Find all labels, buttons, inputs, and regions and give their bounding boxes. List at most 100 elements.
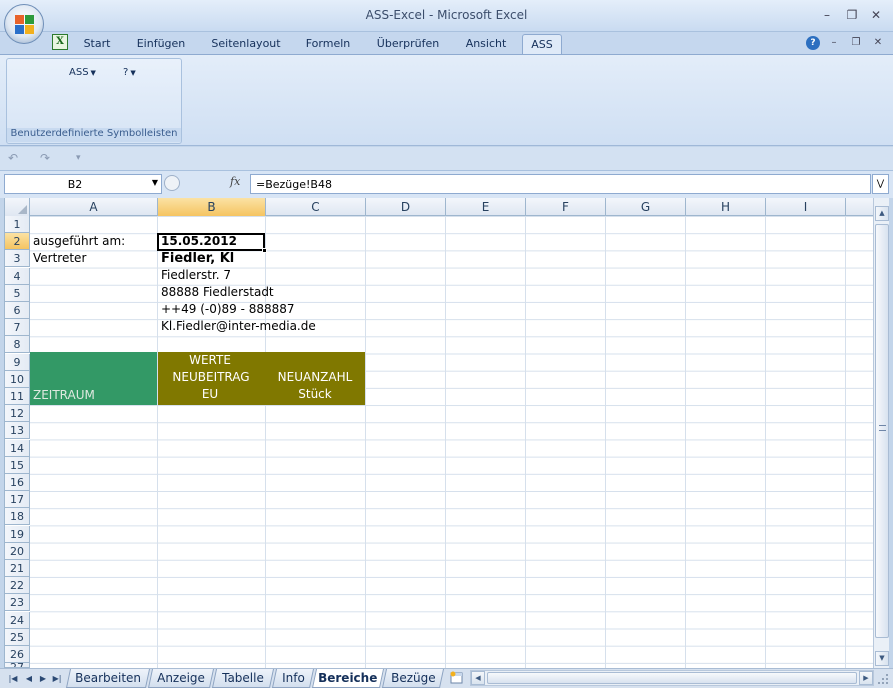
row-header[interactable]: 12: [5, 405, 30, 423]
row-header[interactable]: 7: [5, 319, 30, 337]
column-header-i[interactable]: I: [766, 198, 846, 216]
minimize-button[interactable]: –: [819, 8, 835, 22]
scroll-up-icon[interactable]: ▲: [875, 206, 889, 221]
tab-ansicht[interactable]: Ansicht: [456, 34, 516, 54]
row-header[interactable]: 8: [5, 336, 30, 354]
row-header[interactable]: 9: [5, 353, 30, 371]
column-header-c[interactable]: C: [266, 198, 366, 216]
row-header[interactable]: 4: [5, 267, 30, 285]
row-header[interactable]: 10: [5, 370, 30, 388]
cell-b7[interactable]: Kl.Fiedler@inter-media.de: [161, 318, 316, 335]
cell-b6[interactable]: ++49 (-0)89 - 888887: [161, 301, 295, 318]
cell-a2[interactable]: ausgeführt am:: [33, 233, 125, 250]
row-header[interactable]: 11: [5, 388, 30, 405]
cell-a11: ZEITRAUM: [33, 388, 95, 402]
dropdown-arrow-icon[interactable]: ▼: [152, 178, 158, 187]
scroll-down-icon[interactable]: ▼: [875, 651, 889, 666]
tab-ueberpruefen[interactable]: Überprüfen: [368, 34, 448, 54]
cell-a3[interactable]: Vertreter: [33, 250, 86, 267]
column-header-d[interactable]: D: [366, 198, 446, 216]
row-header[interactable]: 25: [5, 628, 30, 646]
ass-menu-button[interactable]: ASS ▼: [69, 67, 96, 78]
column-header-b[interactable]: B: [158, 198, 266, 216]
row-header[interactable]: 2: [5, 233, 30, 251]
customize-toolbar-icon[interactable]: ▾: [76, 153, 81, 163]
last-sheet-icon[interactable]: ▶|: [52, 672, 62, 686]
row-header[interactable]: 6: [5, 302, 30, 319]
select-all-button[interactable]: [5, 198, 30, 216]
row-header[interactable]: 23: [5, 594, 30, 612]
row-header[interactable]: 14: [5, 439, 30, 457]
row-header[interactable]: 15: [5, 456, 30, 474]
row-header[interactable]: 26: [5, 646, 30, 663]
tab-seitenlayout[interactable]: Seitenlayout: [204, 34, 288, 54]
column-header-f[interactable]: F: [526, 198, 606, 216]
cancel-formula-icon[interactable]: [164, 175, 180, 191]
column-header-a[interactable]: A: [30, 198, 158, 216]
tab-ass[interactable]: ASS: [522, 34, 562, 54]
help-menu-button[interactable]: ? ▼: [123, 67, 136, 78]
horizontal-scroll-thumb[interactable]: [487, 672, 857, 684]
row-header[interactable]: 16: [5, 474, 30, 491]
close-button[interactable]: ✕: [868, 8, 884, 22]
cell-grid[interactable]: ausgeführt am: Vertreter 15.05.2012 Fied…: [30, 216, 873, 668]
ribbon-minimize-button[interactable]: –: [826, 36, 842, 50]
name-box[interactable]: B2 ▼: [4, 174, 162, 194]
row-header[interactable]: 21: [5, 560, 30, 577]
ribbon-restore-button[interactable]: ❐: [848, 36, 864, 50]
cell-b9: WERTE: [189, 353, 231, 367]
tab-start[interactable]: Start: [76, 34, 118, 54]
horizontal-scrollbar[interactable]: ◀ ▶: [470, 670, 874, 686]
sheet-tab-bearbeiten[interactable]: Bearbeiten: [65, 669, 151, 688]
row-header[interactable]: 24: [5, 611, 30, 629]
row-header[interactable]: 19: [5, 525, 30, 543]
sheet-tab-bezuege[interactable]: Bezüge: [381, 669, 445, 688]
ribbon-tabs: Start Einfügen Seitenlayout Formeln Über…: [0, 32, 893, 54]
tab-formeln[interactable]: Formeln: [296, 34, 360, 54]
prev-sheet-icon[interactable]: ◀: [24, 672, 34, 686]
sheet-tab-tabelle[interactable]: Tabelle: [211, 669, 275, 688]
ribbon-group-label: Benutzerdefinierte Symbolleisten: [7, 128, 181, 142]
row-header[interactable]: 5: [5, 284, 30, 302]
office-button[interactable]: [4, 4, 44, 44]
sheet-tab-anzeige[interactable]: Anzeige: [147, 669, 215, 688]
row-header[interactable]: 13: [5, 422, 30, 440]
redo-icon[interactable]: ↷: [40, 151, 50, 165]
ribbon-close-button[interactable]: ✕: [870, 36, 886, 50]
row-header[interactable]: 18: [5, 508, 30, 526]
sheet-tab-info[interactable]: Info: [271, 669, 315, 688]
row-header[interactable]: 20: [5, 542, 30, 560]
cell-b10: NEUBEITRAG: [172, 370, 250, 384]
undo-icon[interactable]: ↶: [8, 151, 18, 165]
insert-function-button[interactable]: fx: [230, 175, 240, 188]
vertical-scroll-thumb[interactable]: [875, 224, 889, 638]
row-header[interactable]: 17: [5, 491, 30, 509]
formula-tools: fx: [162, 174, 250, 194]
column-headers: A B C D E F G H I: [5, 198, 873, 216]
row-header[interactable]: 3: [5, 250, 30, 268]
formula-input[interactable]: =Bezüge!B48: [250, 174, 871, 194]
sheet-tab-bereiche[interactable]: Bereiche: [311, 669, 385, 688]
column-header-h[interactable]: H: [686, 198, 766, 216]
first-sheet-icon[interactable]: |◀: [8, 672, 18, 686]
insert-sheet-icon[interactable]: [449, 671, 465, 685]
column-header-e[interactable]: E: [446, 198, 526, 216]
tab-einfuegen[interactable]: Einfügen: [128, 34, 194, 54]
expand-formula-bar-icon[interactable]: ⋁: [872, 174, 889, 194]
row-header[interactable]: 1: [5, 216, 30, 233]
cell-b4[interactable]: Fiedlerstr. 7: [161, 267, 231, 284]
cell-b5[interactable]: 88888 Fiedlerstadt: [161, 284, 274, 301]
vertical-scrollbar[interactable]: ▲ ▼: [873, 198, 889, 668]
row-header[interactable]: 22: [5, 577, 30, 595]
scroll-left-icon[interactable]: ◀: [471, 671, 485, 685]
sheet-tab-bar: |◀ ◀ ▶ ▶| Bearbeiten Anzeige Tabelle Inf…: [0, 668, 893, 688]
cell-b3[interactable]: Fiedler, Kl: [161, 250, 234, 267]
excel-icon[interactable]: X: [52, 34, 68, 50]
restore-button[interactable]: ❐: [844, 8, 860, 22]
scroll-right-icon[interactable]: ▶: [859, 671, 873, 685]
fill-handle[interactable]: [262, 248, 267, 253]
next-sheet-icon[interactable]: ▶: [38, 672, 48, 686]
help-icon[interactable]: ?: [806, 36, 820, 50]
resize-grip-icon[interactable]: [876, 672, 890, 686]
column-header-g[interactable]: G: [606, 198, 686, 216]
